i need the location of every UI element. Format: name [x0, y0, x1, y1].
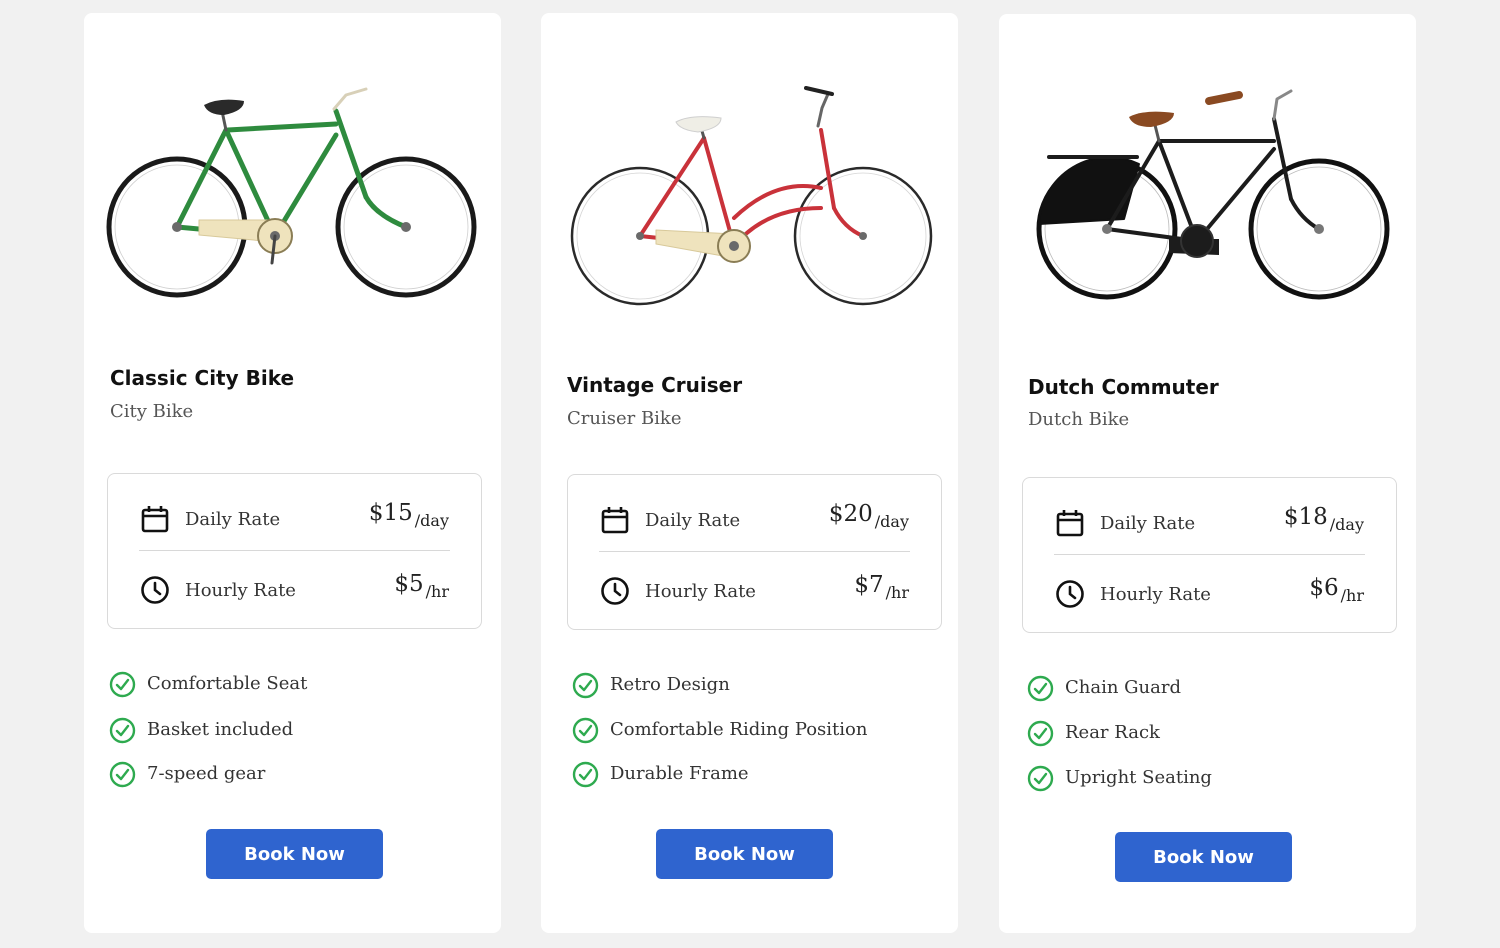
daily-rate-price: $18/day	[1283, 504, 1364, 534]
daily-rate-label: Daily Rate	[1100, 513, 1196, 534]
hourly-rate-unit: /hr	[1340, 586, 1364, 605]
check-circle-icon	[109, 671, 136, 698]
check-circle-icon	[572, 761, 599, 788]
feature-text: Rear Rack	[1065, 722, 1160, 743]
hourly-rate-price: $6/hr	[1309, 575, 1364, 605]
rates-divider	[599, 551, 910, 552]
check-circle-icon	[109, 761, 136, 788]
hourly-rate-unit: /hr	[425, 582, 449, 601]
bike-card-vintage-cruiser: Vintage Cruiser Cruiser Bike Daily Rate …	[541, 13, 958, 933]
clock-icon	[141, 576, 169, 604]
check-circle-icon	[572, 672, 599, 699]
check-circle-icon	[1027, 720, 1054, 747]
check-circle-icon	[1027, 765, 1054, 792]
bike-category: Dutch Bike	[1028, 409, 1130, 430]
rates-box: Daily Rate $18/day Hourly Rate $6/hr	[1022, 477, 1397, 633]
daily-rate-price: $15/day	[368, 500, 449, 530]
hourly-rate-price: $7/hr	[854, 572, 909, 602]
bike-title: Dutch Commuter	[1028, 375, 1219, 399]
check-circle-icon	[1027, 675, 1054, 702]
daily-rate-row: Daily Rate $20/day	[600, 497, 909, 537]
feature-text: Durable Frame	[610, 763, 749, 784]
daily-rate-unit: /day	[1329, 515, 1364, 534]
rates-divider	[139, 550, 450, 551]
bike-card-classic-city: Classic City Bike City Bike Daily Rate $…	[84, 13, 501, 933]
bike-category: Cruiser Bike	[567, 408, 682, 429]
daily-rate-amount: $15	[368, 500, 413, 526]
feature-text: Comfortable Seat	[147, 673, 308, 694]
feature-text: Comfortable Riding Position	[610, 719, 868, 740]
daily-rate-amount: $20	[828, 501, 873, 527]
bike-image-vintage-cruiser	[570, 86, 933, 306]
bike-title: Classic City Bike	[110, 366, 295, 390]
rates-box: Daily Rate $15/day Hourly Rate $5/hr	[107, 473, 482, 629]
hourly-rate-row: Hourly Rate $6/hr	[1055, 571, 1364, 611]
hourly-rate-row: Hourly Rate $7/hr	[600, 568, 909, 608]
feature-text: 7-speed gear	[147, 763, 266, 784]
book-now-button[interactable]: Book Now	[1115, 832, 1292, 882]
hourly-rate-amount: $6	[1309, 575, 1339, 601]
bike-category: City Bike	[110, 401, 194, 422]
daily-rate-unit: /day	[414, 511, 449, 530]
hourly-rate-label: Hourly Rate	[645, 581, 756, 602]
hourly-rate-amount: $7	[854, 572, 884, 598]
check-circle-icon	[572, 717, 599, 744]
rates-box: Daily Rate $20/day Hourly Rate $7/hr	[567, 474, 942, 630]
feature-text: Retro Design	[610, 674, 730, 695]
daily-rate-row: Daily Rate $18/day	[1055, 500, 1364, 540]
check-circle-icon	[109, 717, 136, 744]
bike-card-dutch-commuter: Dutch Commuter Dutch Bike Daily Rate $18…	[999, 14, 1416, 933]
bike-image-dutch-commuter	[1036, 89, 1390, 300]
book-now-button[interactable]: Book Now	[206, 829, 383, 879]
daily-rate-price: $20/day	[828, 501, 909, 531]
hourly-rate-price: $5/hr	[394, 571, 449, 601]
hourly-rate-label: Hourly Rate	[1100, 584, 1211, 605]
hourly-rate-amount: $5	[394, 571, 424, 597]
daily-rate-unit: /day	[874, 512, 909, 531]
calendar-icon	[141, 506, 169, 533]
clock-icon	[601, 577, 629, 605]
calendar-icon	[1056, 510, 1084, 537]
bike-title: Vintage Cruiser	[567, 373, 743, 397]
daily-rate-amount: $18	[1283, 504, 1328, 530]
daily-rate-label: Daily Rate	[645, 510, 741, 531]
feature-text: Basket included	[147, 719, 294, 740]
calendar-icon	[601, 507, 629, 534]
feature-text: Chain Guard	[1065, 677, 1181, 698]
book-now-button[interactable]: Book Now	[656, 829, 833, 879]
bike-image-classic-city	[106, 87, 477, 298]
feature-text: Upright Seating	[1065, 767, 1212, 788]
hourly-rate-unit: /hr	[885, 583, 909, 602]
daily-rate-row: Daily Rate $15/day	[140, 496, 449, 536]
clock-icon	[1056, 580, 1084, 608]
daily-rate-label: Daily Rate	[185, 509, 281, 530]
rates-divider	[1054, 554, 1365, 555]
hourly-rate-label: Hourly Rate	[185, 580, 296, 601]
hourly-rate-row: Hourly Rate $5/hr	[140, 567, 449, 607]
